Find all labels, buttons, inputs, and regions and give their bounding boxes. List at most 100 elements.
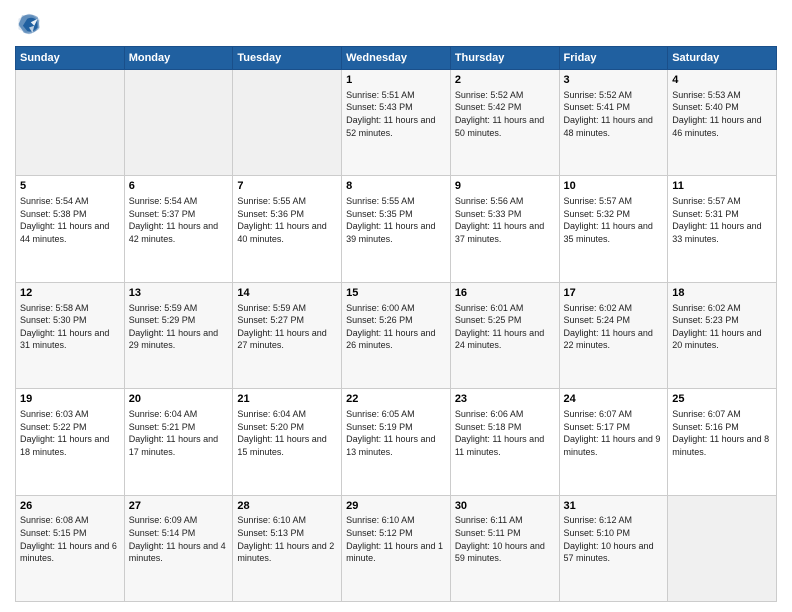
week-row-5: 26Sunrise: 6:08 AMSunset: 5:15 PMDayligh… xyxy=(16,495,777,601)
generalblue-logo-icon xyxy=(15,10,43,38)
empty-cell xyxy=(16,70,125,176)
day-cell-23: 23Sunrise: 6:06 AMSunset: 5:18 PMDayligh… xyxy=(450,389,559,495)
day-number: 18 xyxy=(672,286,772,301)
day-cell-24: 24Sunrise: 6:07 AMSunset: 5:17 PMDayligh… xyxy=(559,389,668,495)
cell-text: Sunrise: 6:12 AMSunset: 5:10 PMDaylight:… xyxy=(564,514,664,564)
day-cell-27: 27Sunrise: 6:09 AMSunset: 5:14 PMDayligh… xyxy=(124,495,233,601)
cell-text: Sunrise: 5:59 AMSunset: 5:29 PMDaylight:… xyxy=(129,302,229,352)
day-number: 26 xyxy=(20,499,120,514)
cell-text: Sunrise: 5:56 AMSunset: 5:33 PMDaylight:… xyxy=(455,195,555,245)
day-cell-28: 28Sunrise: 6:10 AMSunset: 5:13 PMDayligh… xyxy=(233,495,342,601)
weekday-header-sunday: Sunday xyxy=(16,47,125,70)
day-cell-14: 14Sunrise: 5:59 AMSunset: 5:27 PMDayligh… xyxy=(233,282,342,388)
cell-text: Sunrise: 6:05 AMSunset: 5:19 PMDaylight:… xyxy=(346,408,446,458)
day-number: 6 xyxy=(129,179,229,194)
day-number: 15 xyxy=(346,286,446,301)
day-number: 14 xyxy=(237,286,337,301)
day-cell-10: 10Sunrise: 5:57 AMSunset: 5:32 PMDayligh… xyxy=(559,176,668,282)
day-number: 1 xyxy=(346,73,446,88)
day-cell-31: 31Sunrise: 6:12 AMSunset: 5:10 PMDayligh… xyxy=(559,495,668,601)
day-cell-25: 25Sunrise: 6:07 AMSunset: 5:16 PMDayligh… xyxy=(668,389,777,495)
cell-text: Sunrise: 5:54 AMSunset: 5:37 PMDaylight:… xyxy=(129,195,229,245)
day-cell-16: 16Sunrise: 6:01 AMSunset: 5:25 PMDayligh… xyxy=(450,282,559,388)
day-number: 4 xyxy=(672,73,772,88)
day-number: 30 xyxy=(455,499,555,514)
cell-text: Sunrise: 6:11 AMSunset: 5:11 PMDaylight:… xyxy=(455,514,555,564)
cell-text: Sunrise: 6:07 AMSunset: 5:17 PMDaylight:… xyxy=(564,408,664,458)
day-cell-12: 12Sunrise: 5:58 AMSunset: 5:30 PMDayligh… xyxy=(16,282,125,388)
day-cell-18: 18Sunrise: 6:02 AMSunset: 5:23 PMDayligh… xyxy=(668,282,777,388)
day-number: 5 xyxy=(20,179,120,194)
day-number: 12 xyxy=(20,286,120,301)
day-number: 31 xyxy=(564,499,664,514)
day-cell-17: 17Sunrise: 6:02 AMSunset: 5:24 PMDayligh… xyxy=(559,282,668,388)
cell-text: Sunrise: 5:55 AMSunset: 5:36 PMDaylight:… xyxy=(237,195,337,245)
cell-text: Sunrise: 5:52 AMSunset: 5:42 PMDaylight:… xyxy=(455,89,555,139)
cell-text: Sunrise: 6:07 AMSunset: 5:16 PMDaylight:… xyxy=(672,408,772,458)
day-cell-29: 29Sunrise: 6:10 AMSunset: 5:12 PMDayligh… xyxy=(342,495,451,601)
cell-text: Sunrise: 6:01 AMSunset: 5:25 PMDaylight:… xyxy=(455,302,555,352)
day-cell-11: 11Sunrise: 5:57 AMSunset: 5:31 PMDayligh… xyxy=(668,176,777,282)
day-cell-8: 8Sunrise: 5:55 AMSunset: 5:35 PMDaylight… xyxy=(342,176,451,282)
weekday-header-tuesday: Tuesday xyxy=(233,47,342,70)
day-cell-7: 7Sunrise: 5:55 AMSunset: 5:36 PMDaylight… xyxy=(233,176,342,282)
day-number: 21 xyxy=(237,392,337,407)
day-number: 3 xyxy=(564,73,664,88)
day-cell-30: 30Sunrise: 6:11 AMSunset: 5:11 PMDayligh… xyxy=(450,495,559,601)
weekday-header-saturday: Saturday xyxy=(668,47,777,70)
cell-text: Sunrise: 5:52 AMSunset: 5:41 PMDaylight:… xyxy=(564,89,664,139)
day-number: 13 xyxy=(129,286,229,301)
cell-text: Sunrise: 6:04 AMSunset: 5:20 PMDaylight:… xyxy=(237,408,337,458)
cell-text: Sunrise: 6:10 AMSunset: 5:13 PMDaylight:… xyxy=(237,514,337,564)
day-number: 20 xyxy=(129,392,229,407)
day-cell-21: 21Sunrise: 6:04 AMSunset: 5:20 PMDayligh… xyxy=(233,389,342,495)
day-number: 22 xyxy=(346,392,446,407)
day-number: 23 xyxy=(455,392,555,407)
day-cell-2: 2Sunrise: 5:52 AMSunset: 5:42 PMDaylight… xyxy=(450,70,559,176)
day-number: 27 xyxy=(129,499,229,514)
header xyxy=(15,10,777,38)
cell-text: Sunrise: 5:58 AMSunset: 5:30 PMDaylight:… xyxy=(20,302,120,352)
day-cell-19: 19Sunrise: 6:03 AMSunset: 5:22 PMDayligh… xyxy=(16,389,125,495)
day-number: 10 xyxy=(564,179,664,194)
cell-text: Sunrise: 5:57 AMSunset: 5:32 PMDaylight:… xyxy=(564,195,664,245)
empty-cell xyxy=(668,495,777,601)
day-cell-6: 6Sunrise: 5:54 AMSunset: 5:37 PMDaylight… xyxy=(124,176,233,282)
day-cell-9: 9Sunrise: 5:56 AMSunset: 5:33 PMDaylight… xyxy=(450,176,559,282)
day-number: 11 xyxy=(672,179,772,194)
week-row-3: 12Sunrise: 5:58 AMSunset: 5:30 PMDayligh… xyxy=(16,282,777,388)
day-number: 25 xyxy=(672,392,772,407)
week-row-1: 1Sunrise: 5:51 AMSunset: 5:43 PMDaylight… xyxy=(16,70,777,176)
day-number: 8 xyxy=(346,179,446,194)
day-number: 2 xyxy=(455,73,555,88)
day-cell-5: 5Sunrise: 5:54 AMSunset: 5:38 PMDaylight… xyxy=(16,176,125,282)
empty-cell xyxy=(124,70,233,176)
weekday-header-friday: Friday xyxy=(559,47,668,70)
cell-text: Sunrise: 6:02 AMSunset: 5:24 PMDaylight:… xyxy=(564,302,664,352)
cell-text: Sunrise: 6:09 AMSunset: 5:14 PMDaylight:… xyxy=(129,514,229,564)
weekday-header-wednesday: Wednesday xyxy=(342,47,451,70)
cell-text: Sunrise: 5:54 AMSunset: 5:38 PMDaylight:… xyxy=(20,195,120,245)
day-cell-22: 22Sunrise: 6:05 AMSunset: 5:19 PMDayligh… xyxy=(342,389,451,495)
logo xyxy=(15,10,47,38)
cell-text: Sunrise: 5:55 AMSunset: 5:35 PMDaylight:… xyxy=(346,195,446,245)
empty-cell xyxy=(233,70,342,176)
day-number: 7 xyxy=(237,179,337,194)
calendar-table: SundayMondayTuesdayWednesdayThursdayFrid… xyxy=(15,46,777,602)
day-number: 16 xyxy=(455,286,555,301)
day-cell-4: 4Sunrise: 5:53 AMSunset: 5:40 PMDaylight… xyxy=(668,70,777,176)
cell-text: Sunrise: 6:02 AMSunset: 5:23 PMDaylight:… xyxy=(672,302,772,352)
cell-text: Sunrise: 5:51 AMSunset: 5:43 PMDaylight:… xyxy=(346,89,446,139)
day-number: 17 xyxy=(564,286,664,301)
day-number: 24 xyxy=(564,392,664,407)
cell-text: Sunrise: 6:08 AMSunset: 5:15 PMDaylight:… xyxy=(20,514,120,564)
day-cell-20: 20Sunrise: 6:04 AMSunset: 5:21 PMDayligh… xyxy=(124,389,233,495)
cell-text: Sunrise: 5:59 AMSunset: 5:27 PMDaylight:… xyxy=(237,302,337,352)
weekday-header-row: SundayMondayTuesdayWednesdayThursdayFrid… xyxy=(16,47,777,70)
day-number: 19 xyxy=(20,392,120,407)
cell-text: Sunrise: 6:04 AMSunset: 5:21 PMDaylight:… xyxy=(129,408,229,458)
week-row-2: 5Sunrise: 5:54 AMSunset: 5:38 PMDaylight… xyxy=(16,176,777,282)
day-cell-13: 13Sunrise: 5:59 AMSunset: 5:29 PMDayligh… xyxy=(124,282,233,388)
day-cell-3: 3Sunrise: 5:52 AMSunset: 5:41 PMDaylight… xyxy=(559,70,668,176)
day-number: 29 xyxy=(346,499,446,514)
